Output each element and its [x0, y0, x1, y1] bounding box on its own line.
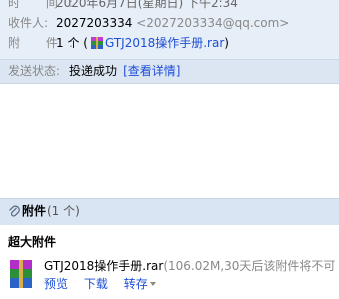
rar-file-icon: [10, 260, 32, 288]
attachments-title: 附件: [22, 204, 47, 218]
chevron-down-icon[interactable]: [149, 282, 156, 286]
status-label: 发送状态:: [8, 64, 61, 78]
recipient-name[interactable]: 2027203334: [56, 16, 132, 30]
preview-button[interactable]: 预览: [44, 277, 68, 291]
forward-button[interactable]: 转存: [124, 277, 156, 291]
time-label: 时 间:: [8, 0, 84, 10]
forward-label: 转存: [123, 277, 148, 291]
attachment-label: 附 件:: [8, 36, 84, 50]
rar-file-icon: [90, 37, 103, 49]
time-row: 时 间:2020年6月7日(星期日) 下午2:34: [8, 0, 238, 12]
recipient-label: 收件人:: [8, 16, 49, 30]
attachments-header: 附件 (1 个): [0, 198, 339, 225]
attachment-summary-prefix: 1 个 (: [56, 36, 88, 50]
mail-header: 时 间:2020年6月7日(星期日) 下午2:34 收件人: 2027203334…: [0, 0, 339, 59]
attachments-count: (1 个): [47, 204, 80, 218]
large-attachment-title: 超大附件: [8, 235, 57, 249]
attachment-actions: 预览 下载 转存: [44, 276, 168, 292]
attachment-file-name[interactable]: GTJ2018操作手册.rar: [44, 259, 163, 273]
recipient-row: 收件人: 2027203334 <2027203334@qq.com>: [8, 14, 289, 32]
attachment-row: 附 件:1 个 ( GTJ2018操作手册.rar): [8, 34, 229, 52]
attachment-item: GTJ2018操作手册.rar(106.02M,30天后该附件将不可 预览 下载…: [8, 258, 339, 299]
attachment-summary-file-link[interactable]: GTJ2018操作手册.rar: [105, 36, 224, 50]
status-bar: 发送状态: 投递成功 [查看详情]: [0, 59, 339, 84]
attachment-summary-suffix: ): [224, 36, 229, 50]
view-status-detail-link[interactable]: [查看详情]: [123, 64, 180, 78]
paperclip-icon: [9, 205, 20, 217]
recipient-email[interactable]: <2027203334@qq.com>: [136, 16, 289, 30]
time-value: 2020年6月7日(星期日) 下午2:34: [56, 0, 238, 10]
status-value: 投递成功: [69, 64, 118, 78]
attachment-name-row: GTJ2018操作手册.rar(106.02M,30天后该附件将不可: [44, 258, 335, 274]
attachment-file-info: (106.02M,30天后该附件将不可: [163, 259, 336, 273]
download-button[interactable]: 下载: [84, 277, 108, 291]
